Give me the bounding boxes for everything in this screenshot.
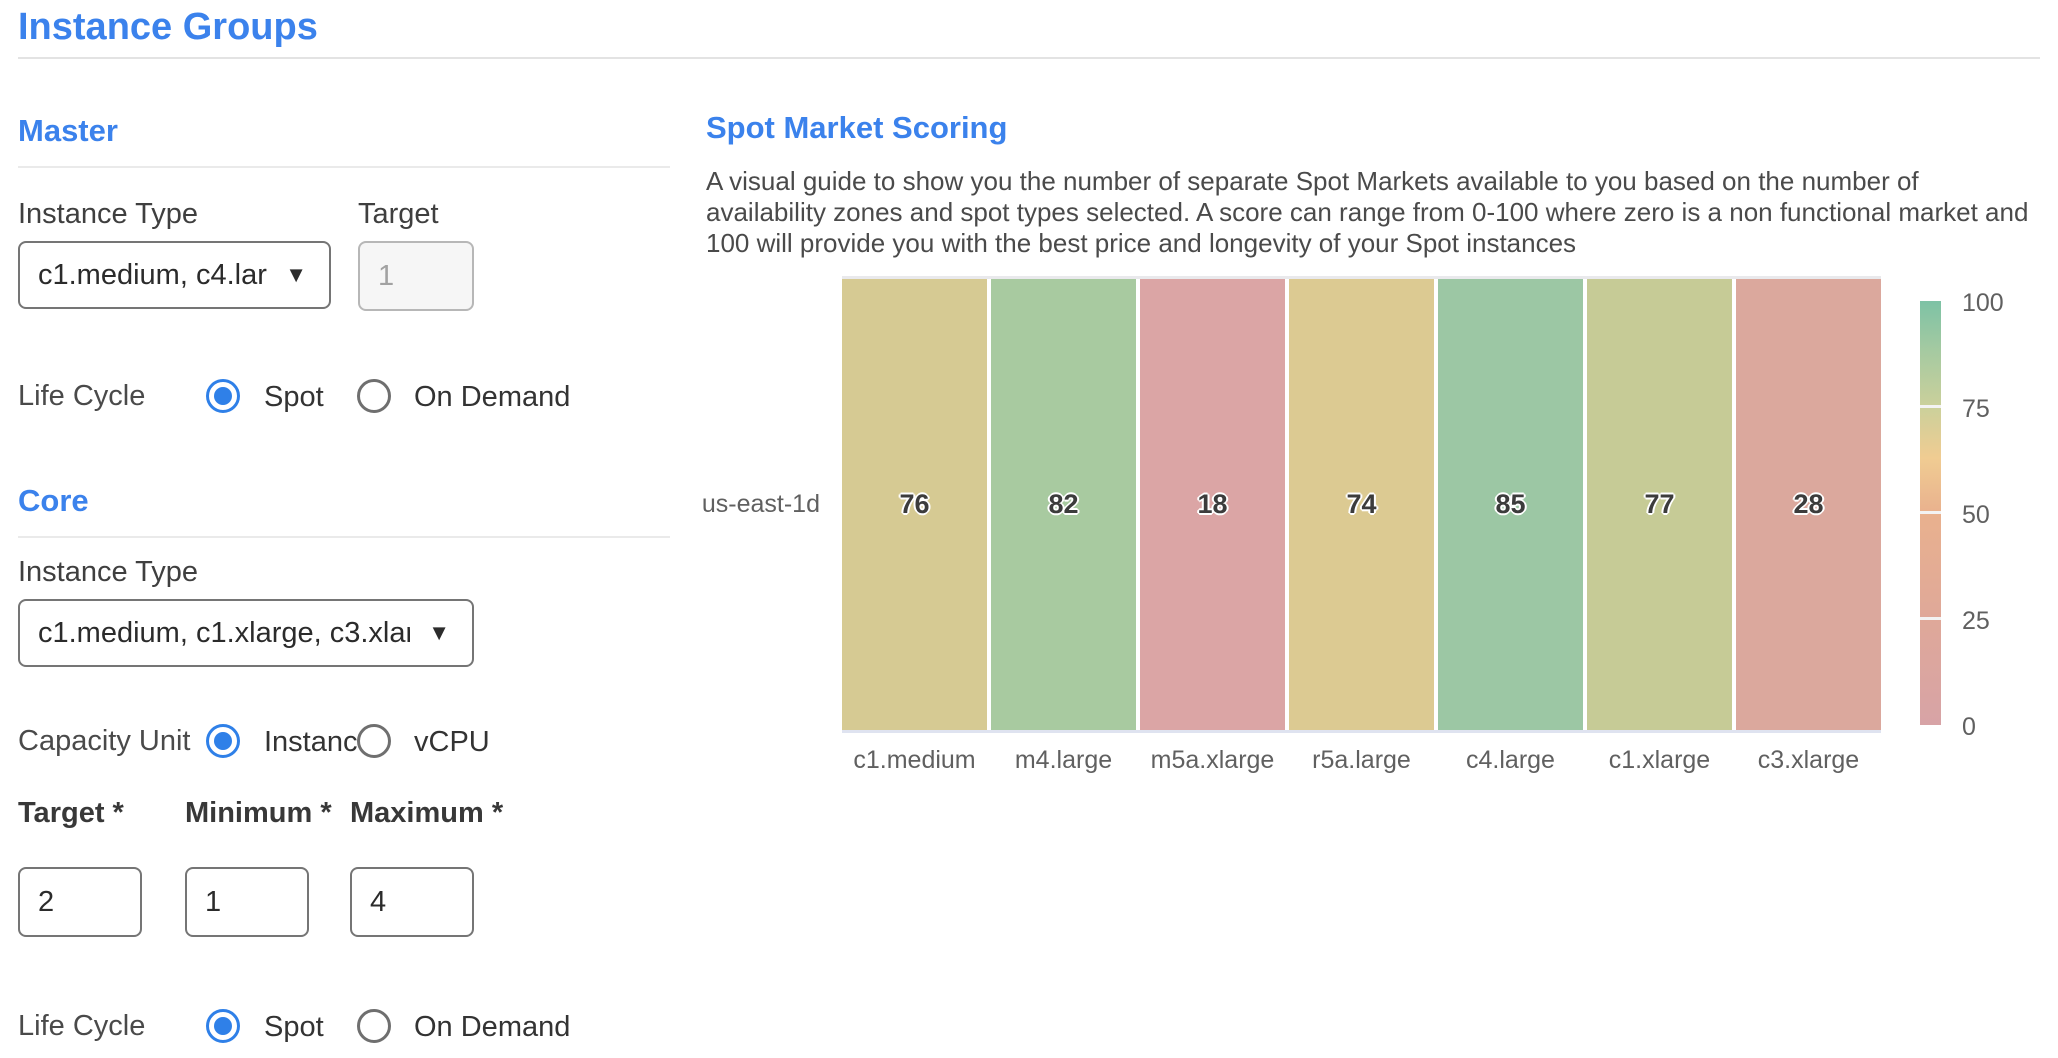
core-minimum-label: Minimum *: [185, 797, 332, 830]
colorbar-tick: 25: [1962, 606, 2042, 636]
core-section-heading: Core: [18, 483, 89, 519]
master-instance-type-dropdown[interactable]: c1.medium, c4.large, m4.large, … ▼: [18, 241, 331, 309]
master-life-cycle-option-spot[interactable]: Spot: [264, 381, 324, 414]
colorbar-tick: 100: [1962, 288, 2042, 318]
core-minimum-input[interactable]: 1: [185, 867, 309, 937]
heatmap-bottom-border: [842, 730, 1881, 733]
heatmap-cell-value: 76: [899, 489, 929, 520]
heatmap-x-label: c4.large: [1438, 746, 1583, 775]
heatmap-cell-value: 74: [1346, 489, 1376, 520]
core-maximum-input[interactable]: 4: [350, 867, 474, 937]
heatmap-cell-value: 18: [1197, 489, 1227, 520]
heatmap-cell-value: 85: [1495, 489, 1525, 520]
core-target-label: Target *: [18, 797, 124, 830]
core-life-cycle-radio-on-demand[interactable]: [357, 1009, 391, 1043]
master-life-cycle-label: Life Cycle: [18, 380, 145, 413]
master-life-cycle-radio-on-demand[interactable]: [357, 379, 391, 413]
core-maximum-label: Maximum *: [350, 797, 503, 830]
heatmap-x-label: c1.medium: [842, 746, 987, 775]
master-life-cycle-option-on-demand[interactable]: On Demand: [414, 381, 570, 414]
master-section-heading: Master: [18, 113, 118, 149]
colorbar-tick: 75: [1962, 394, 2042, 424]
core-life-cycle-row: Life Cycle Spot On Demand: [18, 1007, 618, 1045]
core-target-input[interactable]: 2: [18, 867, 142, 937]
master-instance-type-value: c1.medium, c4.large, m4.large, …: [38, 259, 267, 292]
heatmap-cell-value: 77: [1644, 489, 1674, 520]
core-life-cycle-label: Life Cycle: [18, 1010, 145, 1043]
heatmap-cell-value: 28: [1793, 489, 1823, 520]
dropdown-arrow-icon: ▼: [428, 622, 450, 644]
master-instance-type-label: Instance Type: [18, 198, 198, 231]
core-life-cycle-option-spot[interactable]: Spot: [264, 1011, 324, 1044]
master-target-input: 1: [358, 241, 474, 311]
core-capacity-option-vcpu[interactable]: vCPU: [414, 726, 490, 759]
heatmap-x-label: c1.xlarge: [1587, 746, 1732, 775]
core-minimum-value: 1: [205, 886, 221, 919]
core-target-value: 2: [38, 886, 54, 919]
master-target-placeholder: 1: [378, 260, 394, 293]
heatmap-cell: 74: [1289, 279, 1434, 730]
core-capacity-unit-row: Capacity Unit Instance vCPU: [18, 722, 618, 760]
colorbar-segment-line: [1920, 617, 1941, 620]
core-capacity-radio-vcpu[interactable]: [357, 724, 391, 758]
core-capacity-unit-label: Capacity Unit: [18, 725, 190, 758]
spot-market-description: A visual guide to show you the number of…: [706, 166, 2040, 259]
colorbar-tick: 0: [1962, 712, 2042, 742]
core-capacity-radio-instance[interactable]: [206, 724, 240, 758]
heatmap-x-label: r5a.large: [1289, 746, 1434, 775]
heatmap-cell: 18: [1140, 279, 1285, 730]
core-instance-type-label: Instance Type: [18, 556, 198, 589]
colorbar-tick: 50: [1962, 500, 2042, 530]
master-life-cycle-row: Life Cycle Spot On Demand: [18, 377, 618, 415]
dropdown-arrow-icon: ▼: [285, 264, 307, 286]
heatmap-x-label: m4.large: [991, 746, 1136, 775]
master-divider: [18, 166, 670, 168]
title-divider: [18, 57, 2040, 59]
master-target-label: Target: [358, 198, 439, 231]
instance-groups-page: Instance Groups Master Instance Type Tar…: [0, 0, 2058, 1058]
heatmap-x-label: c3.xlarge: [1736, 746, 1881, 775]
heatmap-cell-value: 82: [1048, 489, 1078, 520]
colorbar-segment-line: [1920, 405, 1941, 408]
heatmap-cell: 77: [1587, 279, 1732, 730]
core-divider: [18, 536, 670, 538]
heatmap-cell: 82: [991, 279, 1136, 730]
heatmap-x-label: m5a.xlarge: [1140, 746, 1285, 775]
core-life-cycle-option-on-demand[interactable]: On Demand: [414, 1011, 570, 1044]
heatmap-row-label: us-east-1d: [600, 490, 820, 519]
core-life-cycle-radio-spot[interactable]: [206, 1009, 240, 1043]
page-title: Instance Groups: [18, 6, 318, 49]
spot-market-scoring-heading: Spot Market Scoring: [706, 110, 1007, 146]
colorbar-segment-line: [1920, 511, 1941, 514]
master-life-cycle-radio-spot[interactable]: [206, 379, 240, 413]
core-maximum-value: 4: [370, 886, 386, 919]
core-instance-type-dropdown[interactable]: c1.medium, c1.xlarge, c3.xlarge ▼: [18, 599, 474, 667]
core-instance-type-value: c1.medium, c1.xlarge, c3.xlarge: [38, 617, 410, 650]
heatmap-cell: 28: [1736, 279, 1881, 730]
heatmap-cell: 85: [1438, 279, 1583, 730]
heatmap-cell: 76: [842, 279, 987, 730]
